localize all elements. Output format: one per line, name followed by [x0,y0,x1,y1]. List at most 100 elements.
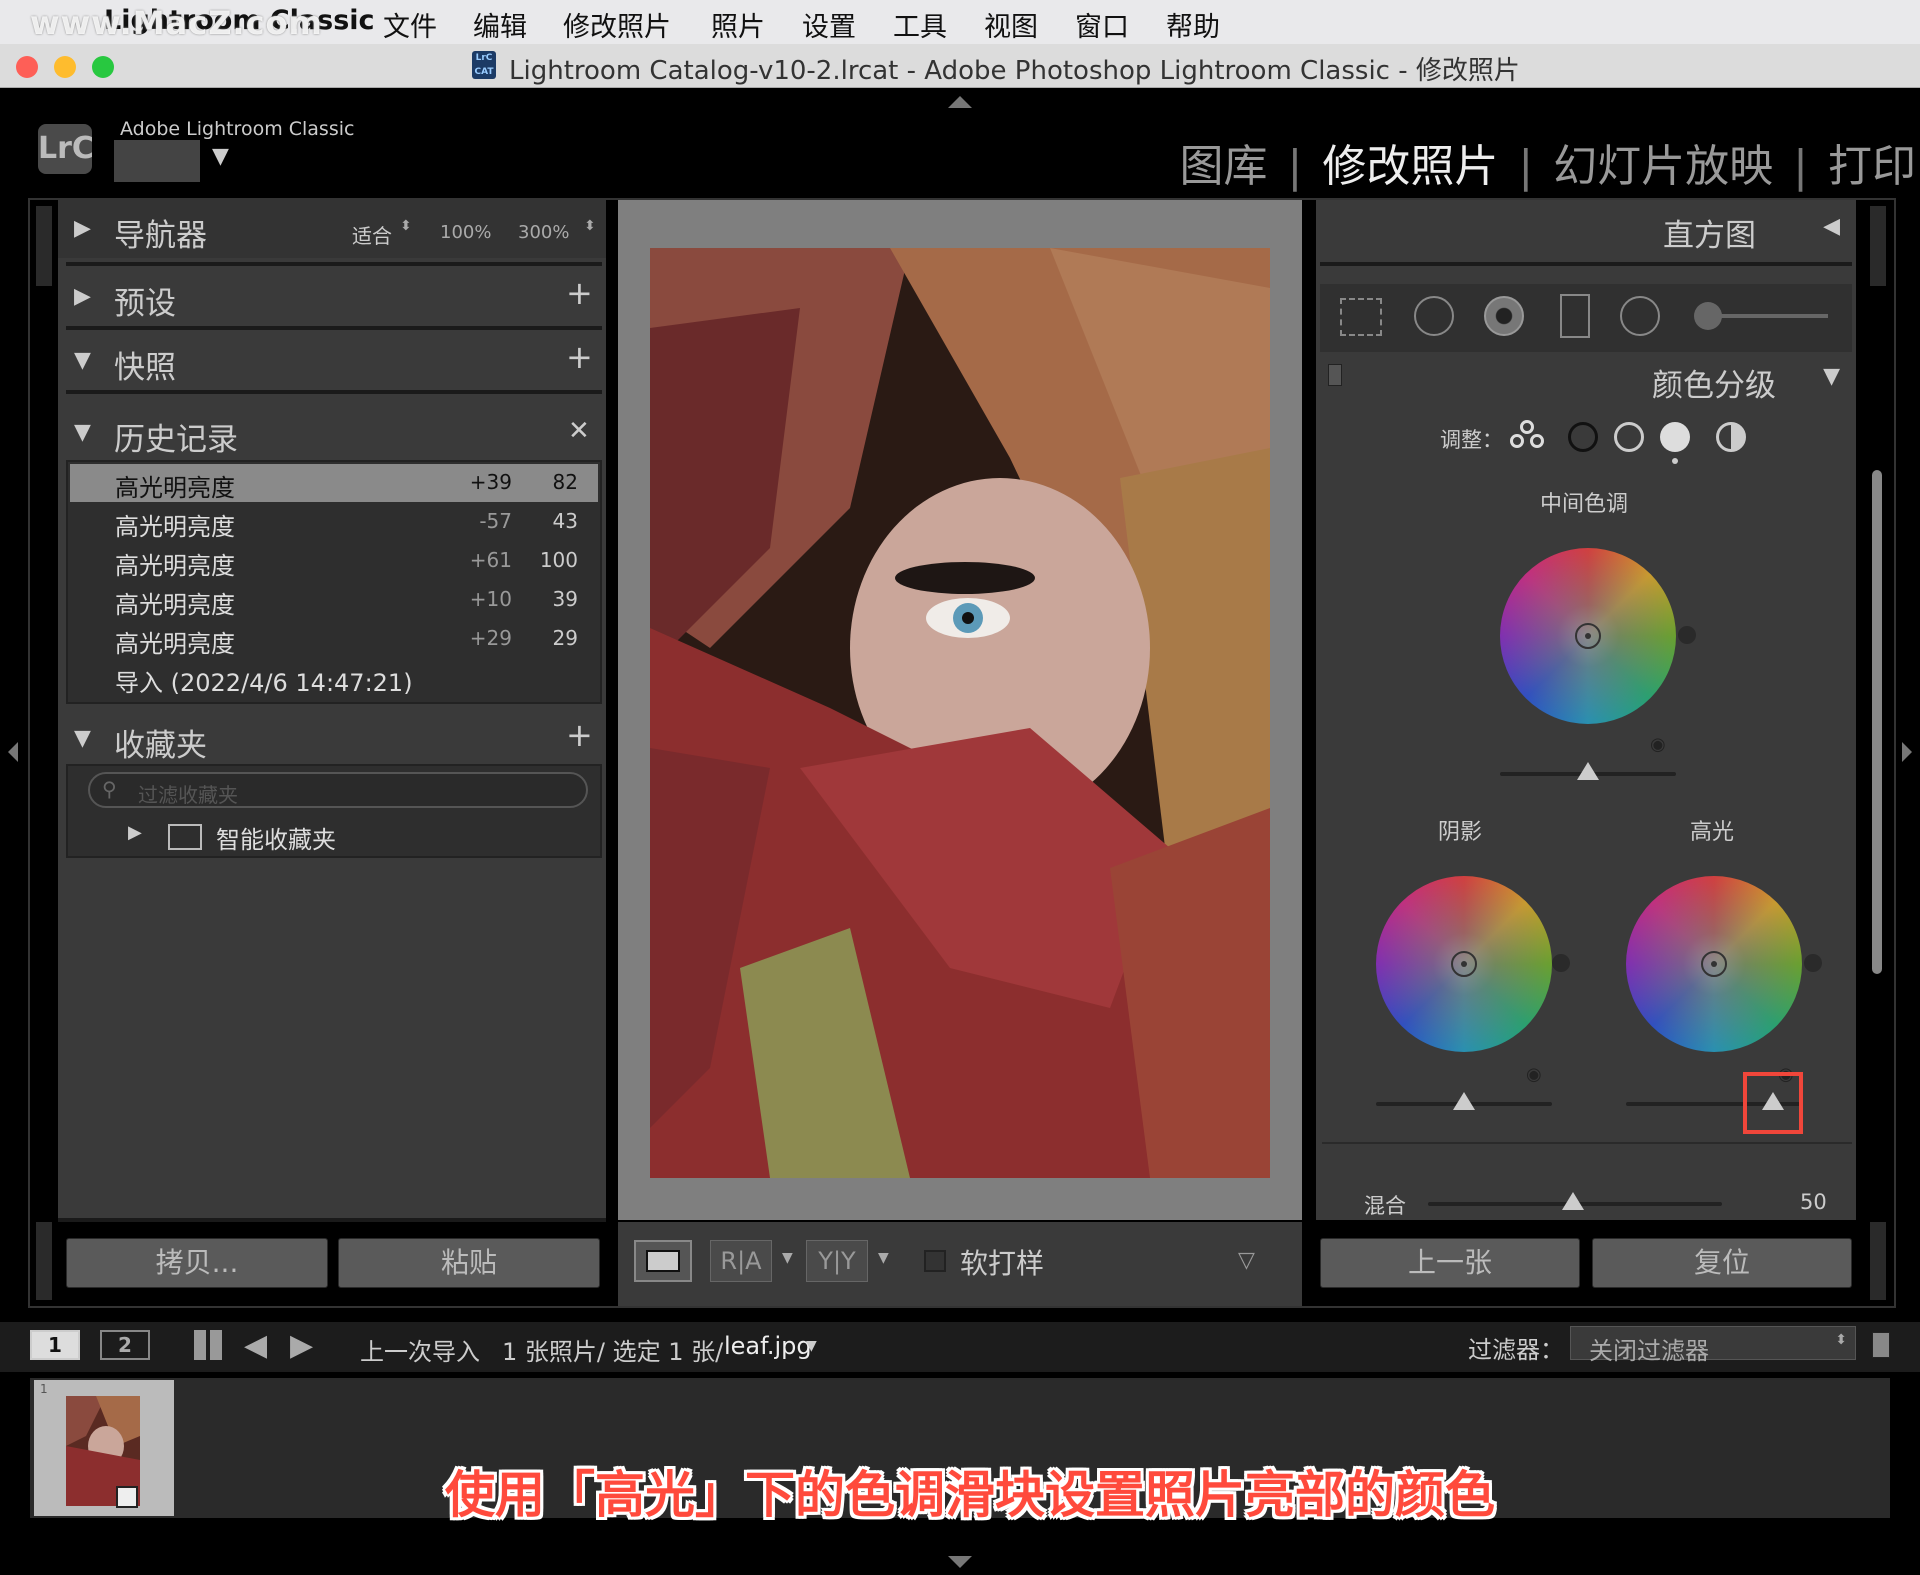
crop-tool-icon[interactable] [1340,298,1382,336]
zoom-fit-option[interactable]: 适合 [352,220,392,249]
graduated-filter-icon[interactable] [1560,294,1590,338]
copy-settings-button[interactable]: 拷贝... [66,1238,328,1288]
before-after-swap-button[interactable]: Y|Y [806,1240,868,1282]
filmstrip-thumbnail-cell[interactable]: 1 [34,1380,174,1516]
right-panel-scrollbar[interactable] [1872,470,1882,974]
zoom-300-option[interactable]: 300% [518,222,569,243]
collections-header[interactable]: ▼ 收藏夹 + [58,710,606,768]
secondary-window-button[interactable]: 2 [100,1330,150,1360]
menu-photo[interactable]: 照片 [711,5,765,44]
grid-view-icon[interactable] [194,1330,224,1360]
filter-dropdown[interactable]: 关闭过滤器 ⬍ [1570,1326,1856,1365]
bottom-panel-toggle-icon[interactable] [948,1556,972,1568]
toolbar-content-menu-icon[interactable]: ▽ [1238,1248,1255,1273]
dropdown-arrow-icon[interactable]: ▼ [878,1250,889,1266]
module-develop[interactable]: 修改照片 [1322,141,1498,192]
wheel-saturation-dot[interactable] [1678,626,1696,644]
smart-collections-item[interactable]: 智能收藏夹 [216,820,336,855]
dropdown-arrow-icon[interactable]: ▼ [782,1250,793,1266]
back-arrow-icon[interactable]: ◀ [244,1328,267,1363]
paste-settings-button[interactable]: 粘贴 [338,1238,600,1288]
collapse-triangle-icon: ▼ [1823,364,1840,389]
soft-proofing-checkbox[interactable] [924,1250,946,1272]
wheel-handle[interactable] [1701,951,1727,977]
close-window-button[interactable] [16,56,38,78]
add-snapshot-icon[interactable]: + [566,338,593,376]
collections-filter-input[interactable]: ⚲ 过滤收藏夹 [88,772,588,808]
presets-header[interactable]: ▶ 预设 + [58,268,606,326]
filter-lock-icon[interactable] [1872,1332,1890,1358]
right-panel-scroll-handle[interactable] [1870,206,1886,286]
history-item[interactable]: 高光明亮度 +29 29 [70,620,598,658]
three-way-view-icon[interactable] [1510,420,1546,452]
loupe-view-button[interactable] [634,1240,692,1282]
before-after-button[interactable]: R|A [710,1240,772,1282]
history-item[interactable]: 导入 (2022/4/6 14:47:21) [70,659,598,697]
photo-preview[interactable] [650,248,1270,1178]
module-slideshow[interactable]: 幻灯片放映 [1553,141,1773,192]
menu-tools[interactable]: 工具 [893,5,947,44]
menu-develop[interactable]: 修改照片 [563,5,671,44]
snapshots-header[interactable]: ▼ 快照 + [58,332,606,390]
wheel-handle[interactable] [1575,623,1601,649]
menu-window[interactable]: 窗口 [1075,5,1129,44]
module-print[interactable]: 打印 [1828,141,1916,192]
watermark-text: www.MacZ.com [30,4,323,42]
previous-button[interactable]: 上一张 [1320,1238,1580,1288]
dropdown-arrow-icon[interactable]: ▼ [806,1338,817,1354]
blending-slider-thumb[interactable] [1562,1192,1584,1210]
highlights-view-icon[interactable] [1660,422,1690,452]
zoom-window-button[interactable] [92,56,114,78]
histogram-header[interactable]: 直方图 ◀ [1316,200,1856,258]
menu-file[interactable]: 文件 [383,5,437,44]
color-grading-header[interactable]: 颜色分级 ▼ [1316,350,1856,408]
navigator-header[interactable]: ▶ 导航器 适合 ⬍ 100% 300% ⬍ [58,200,606,258]
eye-icon[interactable]: ◉ [1526,1064,1542,1085]
menu-help[interactable]: 帮助 [1166,5,1220,44]
midtones-view-icon[interactable] [1614,422,1644,452]
left-panel-toggle-icon[interactable] [8,742,18,762]
global-view-icon[interactable] [1716,422,1746,452]
spot-removal-tool-icon[interactable] [1414,296,1454,336]
radial-filter-icon[interactable] [1620,296,1660,336]
panel-switch-icon[interactable] [1328,364,1342,386]
wheel-saturation-dot[interactable] [1804,954,1822,972]
add-collection-icon[interactable]: + [566,716,593,754]
forward-arrow-icon[interactable]: ▶ [290,1328,313,1363]
top-panel-toggle-icon[interactable] [948,96,972,108]
reset-button[interactable]: 复位 [1592,1238,1852,1288]
shadows-view-icon[interactable] [1568,422,1598,452]
left-panel-scroll-handle[interactable] [36,206,52,286]
right-panel-toggle-icon[interactable] [1902,742,1912,762]
red-eye-tool-icon[interactable] [1484,296,1524,336]
midtones-slider-thumb[interactable] [1577,762,1599,780]
primary-window-button[interactable]: 1 [30,1330,80,1360]
left-panel-bottom-handle[interactable] [36,1222,52,1300]
collapse-left-icon: ◀ [1823,214,1840,239]
add-preset-icon[interactable]: + [566,274,593,312]
shadows-slider-thumb[interactable] [1453,1092,1475,1110]
filmstrip-filename[interactable]: leaf.jpg [724,1332,812,1360]
identity-dropdown-icon[interactable]: ▼ [212,144,229,169]
eye-icon[interactable]: ◉ [1650,734,1666,755]
history-item[interactable]: 高光明亮度 +61 100 [70,542,598,580]
filmstrip-source[interactable]: 上一次导入 [360,1332,480,1367]
wheel-handle[interactable] [1451,951,1477,977]
menu-settings[interactable]: 设置 [802,5,856,44]
module-library[interactable]: 图库 [1180,141,1268,192]
minimize-window-button[interactable] [54,56,76,78]
blending-value[interactable]: 50 [1800,1190,1827,1214]
clear-history-icon[interactable]: ✕ [568,416,590,446]
menu-view[interactable]: 视图 [984,5,1038,44]
right-panel-bottom-handle[interactable] [1870,1222,1886,1300]
history-item[interactable]: 高光明亮度 +10 39 [70,581,598,619]
collapse-triangle-icon: ▼ [74,420,91,445]
identity-plate[interactable] [114,140,200,182]
expand-triangle-icon[interactable]: ▶ [128,822,142,843]
menu-edit[interactable]: 编辑 [473,5,527,44]
history-header[interactable]: ▼ 历史记录 ✕ [58,404,606,462]
zoom-100-option[interactable]: 100% [440,222,491,243]
history-item[interactable]: 高光明亮度 +39 82 [70,464,598,502]
history-item[interactable]: 高光明亮度 -57 43 [70,503,598,541]
wheel-saturation-dot[interactable] [1552,954,1570,972]
